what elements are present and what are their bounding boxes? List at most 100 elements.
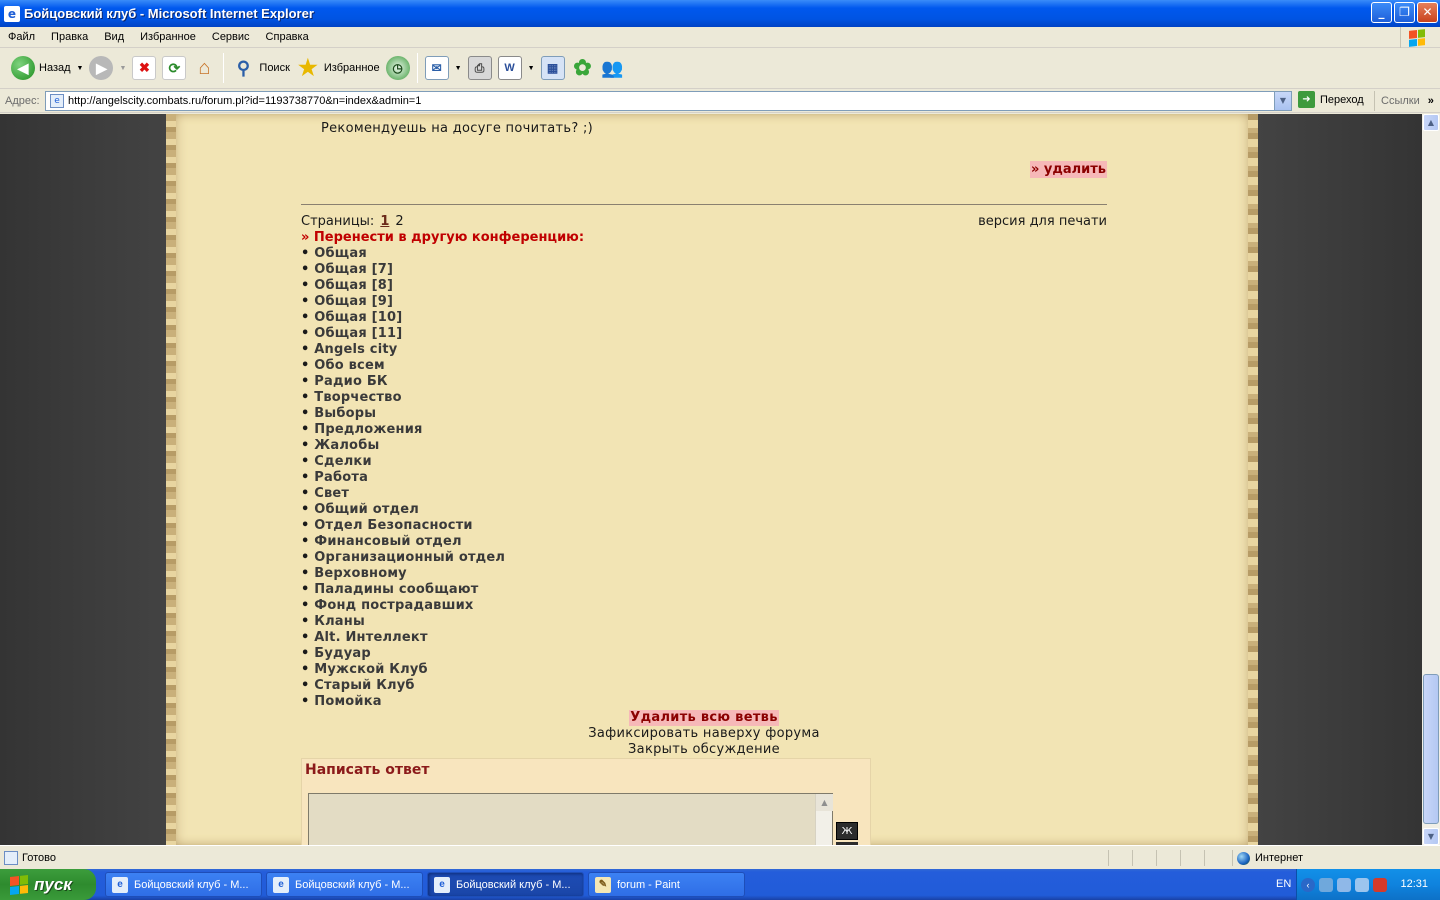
conference-item[interactable]: Alt. Интеллект	[301, 630, 505, 646]
minimize-button[interactable]: _	[1371, 2, 1392, 23]
conference-item[interactable]: Предложения	[301, 422, 505, 438]
page-1-link[interactable]: 1	[380, 214, 389, 229]
scroll-down-arrow-icon[interactable]: ▼	[1423, 828, 1439, 845]
conference-item[interactable]: Обо всем	[301, 358, 505, 374]
conference-item[interactable]: Верховному	[301, 566, 505, 582]
edit-dropdown-icon[interactable]: ▼	[528, 65, 535, 72]
scroll-thumb[interactable]	[1423, 674, 1439, 824]
conference-item[interactable]: Общая [10]	[301, 310, 505, 326]
delete-thread-link[interactable]: Удалить всю ветвь	[629, 710, 779, 726]
conference-item[interactable]: Выборы	[301, 406, 505, 422]
mail-dropdown-icon[interactable]: ▼	[455, 65, 462, 72]
research-button[interactable]: ▦	[538, 51, 568, 85]
conference-item[interactable]: Общая [8]	[301, 278, 505, 294]
thread-actions: Удалить всю ветвь Зафиксировать наверху …	[301, 710, 1107, 758]
security-icon[interactable]	[1373, 877, 1387, 892]
conference-item[interactable]: Отдел Безопасности	[301, 518, 505, 534]
pin-top-link[interactable]: Зафиксировать наверху форума	[301, 726, 1107, 742]
conference-item[interactable]: Свет	[301, 486, 505, 502]
page-2-link[interactable]: 2	[395, 214, 403, 229]
conference-item[interactable]: Общая [11]	[301, 326, 505, 342]
close-button[interactable]: ✕	[1417, 2, 1438, 23]
history-button[interactable]: ◷	[383, 51, 413, 85]
forward-button[interactable]: ▶ ▼	[86, 51, 129, 85]
search-button[interactable]: ⚲ Поиск	[228, 51, 292, 85]
back-dropdown-icon[interactable]: ▼	[77, 65, 84, 72]
conference-item[interactable]: Жалобы	[301, 438, 505, 454]
reply-title: Написать ответ	[305, 762, 430, 778]
icq-button[interactable]: ✿	[568, 51, 598, 85]
print-version-link[interactable]: версия для печати	[978, 214, 1107, 229]
reply-textarea[interactable]	[308, 793, 833, 845]
conference-item[interactable]: Организационный отдел	[301, 550, 505, 566]
back-button[interactable]: ◀ Назад ▼	[8, 51, 86, 85]
windows-flag-icon	[10, 874, 28, 895]
start-button[interactable]: пуск	[0, 869, 96, 900]
conference-item[interactable]: Мужской Клуб	[301, 662, 505, 678]
page-scrollbar[interactable]: ▲ ▼	[1422, 114, 1440, 845]
conference-item[interactable]: Творчество	[301, 390, 505, 406]
edit-button[interactable]: W ▼	[495, 51, 538, 85]
research-icon: ▦	[540, 56, 565, 80]
taskbar-item-label: forum - Paint	[617, 878, 680, 891]
tray-app-icon[interactable]	[1337, 877, 1351, 892]
refresh-button[interactable]: ⟳	[159, 51, 189, 85]
volume-icon[interactable]	[1355, 877, 1369, 892]
conference-item[interactable]: Общая [7]	[301, 262, 505, 278]
textarea-scrollbar[interactable]: ▲	[815, 794, 833, 845]
menu-file[interactable]: Файл	[0, 31, 43, 43]
home-button[interactable]: ⌂	[189, 51, 219, 85]
search-icon: ⚲	[236, 57, 250, 78]
taskbar-item[interactable]: ✎ forum - Paint	[588, 872, 745, 897]
language-indicator[interactable]: EN	[1276, 878, 1291, 890]
network-icon[interactable]	[1319, 877, 1333, 892]
taskbar-item-active[interactable]: e Бойцовский клуб - M...	[427, 872, 584, 897]
address-input[interactable]: e http://angelscity.combats.ru/forum.pl?…	[45, 91, 1292, 111]
maximize-button[interactable]: ❐	[1394, 2, 1415, 23]
menu-edit[interactable]: Правка	[43, 31, 96, 43]
links-button[interactable]: Ссылки »	[1374, 91, 1434, 111]
conference-item[interactable]: Общий отдел	[301, 502, 505, 518]
menu-help[interactable]: Справка	[258, 31, 317, 43]
conference-item[interactable]: Фонд пострадавших	[301, 598, 505, 614]
address-url[interactable]: http://angelscity.combats.ru/forum.pl?id…	[68, 95, 421, 107]
ie-icon: e	[434, 876, 450, 893]
tray-expand-icon[interactable]: ‹	[1301, 877, 1315, 892]
favorites-button[interactable]: ★ Избранное	[293, 51, 383, 85]
mail-button[interactable]: ✉ ▼	[422, 51, 465, 85]
menu-view[interactable]: Вид	[96, 31, 132, 43]
bold-button[interactable]: Ж	[836, 822, 858, 840]
print-button[interactable]: ⎙	[465, 51, 495, 85]
printer-icon: ⎙	[467, 56, 492, 80]
address-dropdown-icon[interactable]: ▼	[1274, 92, 1291, 110]
system-tray: ‹ 12:31	[1296, 869, 1440, 900]
close-discussion-link[interactable]: Закрыть обсуждение	[301, 742, 1107, 758]
go-button[interactable]: ➜ Переход	[1298, 91, 1364, 108]
parchment-left-edge	[166, 114, 176, 845]
go-arrow-icon: ➜	[1298, 91, 1315, 108]
conference-item[interactable]: Радио БК	[301, 374, 505, 390]
delete-post-link[interactable]: » удалить	[1029, 161, 1107, 178]
conference-item[interactable]: Финансовый отдел	[301, 534, 505, 550]
stop-button[interactable]: ✖	[129, 51, 159, 85]
scroll-up-icon[interactable]: ▲	[816, 794, 833, 811]
taskbar-item[interactable]: e Бойцовский клуб - M...	[266, 872, 423, 897]
conference-item[interactable]: Будуар	[301, 646, 505, 662]
conference-item[interactable]: Кланы	[301, 614, 505, 630]
conference-item[interactable]: Паладины сообщают	[301, 582, 505, 598]
taskbar-item[interactable]: e Бойцовский клуб - M...	[105, 872, 262, 897]
conference-item[interactable]: Работа	[301, 470, 505, 486]
conference-item[interactable]: Помойка	[301, 694, 505, 710]
conference-item[interactable]: Общая [9]	[301, 294, 505, 310]
menu-tools[interactable]: Сервис	[204, 31, 258, 43]
messenger-button[interactable]: 👥	[598, 51, 628, 85]
conference-item[interactable]: Сделки	[301, 454, 505, 470]
scroll-up-arrow-icon[interactable]: ▲	[1423, 114, 1439, 131]
menu-favorites[interactable]: Избранное	[132, 31, 204, 43]
links-chevron-icon[interactable]: »	[1428, 95, 1434, 107]
conference-item[interactable]: Angels city	[301, 342, 505, 358]
conference-item[interactable]: Общая	[301, 246, 505, 262]
conference-item[interactable]: Старый Клуб	[301, 678, 505, 694]
forward-dropdown-icon[interactable]: ▼	[119, 65, 126, 72]
left-dark-margin	[0, 114, 166, 845]
